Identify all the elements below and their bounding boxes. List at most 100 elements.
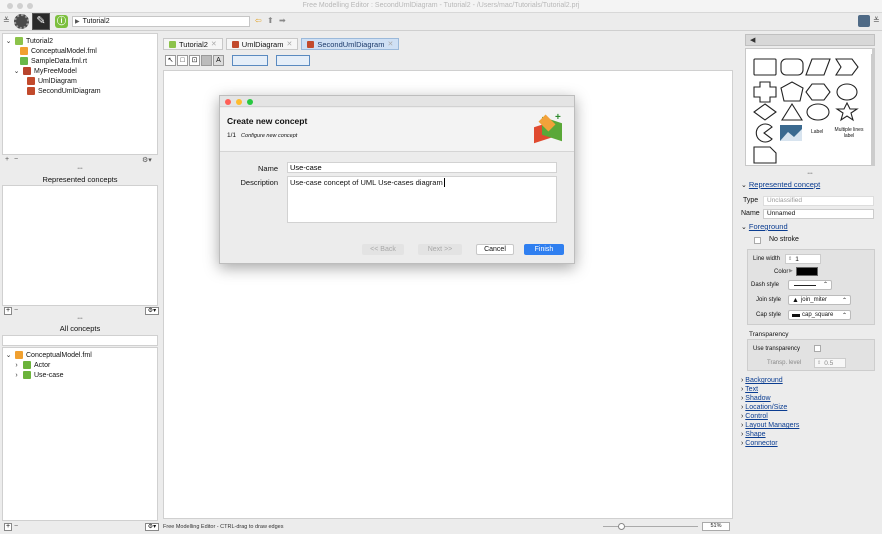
- plus-shape-icon[interactable]: [753, 81, 777, 103]
- document-shape-icon[interactable]: [753, 146, 777, 164]
- represented-concept-section-link[interactable]: ⌄ Represented concept: [741, 180, 820, 189]
- tab-second-umldiagram[interactable]: SecondUmlDiagram ✕: [301, 38, 400, 50]
- back-arrow-icon[interactable]: ⇦: [255, 16, 262, 25]
- pentagon-shape-icon[interactable]: [780, 81, 804, 102]
- resize-tool-icon[interactable]: ⊡: [189, 55, 200, 66]
- concept-row-actor[interactable]: › Actor: [5, 360, 155, 370]
- use-transparency-checkbox[interactable]: [814, 345, 821, 352]
- shadow-section-link[interactable]: › Shadow: [741, 394, 799, 403]
- dialog-zoom-button[interactable]: [247, 99, 253, 105]
- chevron-right-icon[interactable]: ›: [13, 362, 20, 369]
- foreground-section-link[interactable]: ⌄ Foreground: [741, 222, 788, 231]
- tree-row-conceptual-model[interactable]: ConceptualModel.fml: [5, 46, 155, 56]
- location-size-section-link[interactable]: › Location/Size: [741, 403, 799, 412]
- project-path-field[interactable]: ▶ Tutorial2: [72, 16, 250, 27]
- splitter-dots[interactable]: •••: [745, 171, 875, 177]
- concepts-filter-field[interactable]: [2, 335, 158, 346]
- tree-row-myfreemodel[interactable]: ⌄ MyFreeModel: [5, 66, 155, 76]
- chevron-down-icon[interactable]: ⌄: [13, 67, 20, 75]
- label-shape-icon[interactable]: Label: [811, 129, 823, 135]
- finish-button[interactable]: Finish: [524, 244, 564, 255]
- add-button[interactable]: +: [4, 307, 12, 315]
- parallelogram-shape-icon[interactable]: [805, 58, 831, 76]
- rectangle-tool-icon[interactable]: □: [177, 55, 188, 66]
- layout-icon[interactable]: [858, 15, 870, 27]
- splitter-dots[interactable]: •••: [2, 166, 158, 172]
- tree-row-project[interactable]: ⌄ Tutorial2: [5, 36, 155, 46]
- rectangle-shape-icon[interactable]: [753, 58, 777, 76]
- ellipse-shape-icon[interactable]: [836, 83, 858, 101]
- rounded-rectangle-shape-icon[interactable]: [780, 58, 804, 76]
- chevron-right-icon[interactable]: ›: [13, 372, 20, 379]
- background-section-link[interactable]: › Background: [741, 376, 799, 385]
- color-swatch[interactable]: [796, 267, 818, 276]
- multiple-lines-label-shape-icon[interactable]: Multiple lines label: [833, 127, 865, 139]
- up-arrow-icon[interactable]: ⬆: [267, 16, 274, 25]
- color-arrow-icon[interactable]: ▶: [789, 268, 793, 274]
- pie-shape-icon[interactable]: [755, 123, 773, 143]
- chevron-down-icon[interactable]: ⌄: [5, 351, 12, 359]
- chevron-shape-icon[interactable]: [835, 58, 859, 76]
- tab-umldiagram[interactable]: UmlDiagram ✕: [225, 38, 299, 50]
- close-tab-icon[interactable]: ✕: [286, 40, 292, 48]
- gear-icon[interactable]: ⚙▾: [142, 156, 152, 164]
- tab-tutorial2[interactable]: Tutorial2 ✕: [163, 38, 223, 50]
- grid-tool-icon[interactable]: [201, 55, 212, 66]
- add-button[interactable]: +: [4, 523, 12, 531]
- toolbar-collapse-icon[interactable]: ≚: [873, 16, 880, 25]
- chevron-down-icon[interactable]: ⌄: [741, 223, 747, 231]
- tree-row-umldiagram[interactable]: UmlDiagram: [5, 76, 155, 86]
- shape-section-link[interactable]: › Shape: [741, 430, 799, 439]
- remove-button[interactable]: −: [14, 523, 18, 530]
- concept-name-input[interactable]: [287, 162, 557, 173]
- chevron-down-icon[interactable]: ⌄: [5, 37, 12, 45]
- connector-section-link[interactable]: › Connector: [741, 439, 799, 448]
- text-section-link[interactable]: › Text: [741, 385, 799, 394]
- settings-gear-icon[interactable]: [14, 14, 29, 29]
- cancel-button[interactable]: Cancel: [476, 244, 514, 255]
- hexagon-shape-icon[interactable]: [805, 83, 831, 101]
- remove-button[interactable]: −: [14, 307, 18, 314]
- zoom-slider[interactable]: [603, 523, 698, 530]
- tree-row-sample-data[interactable]: SampleData.fml.rt: [5, 56, 155, 66]
- dialog-close-button[interactable]: [225, 99, 231, 105]
- close-tab-icon[interactable]: ✕: [387, 40, 393, 48]
- tree-row-second-umldiagram[interactable]: SecondUmlDiagram: [5, 86, 155, 96]
- cap-style-select[interactable]: cap_square ⌃: [788, 310, 851, 320]
- palette-back-icon[interactable]: ◀: [750, 36, 755, 44]
- zoom-slider-knob[interactable]: [618, 523, 625, 530]
- gear-icon[interactable]: ⚙▾: [145, 307, 159, 315]
- concept-row-use-case[interactable]: › Use-case: [5, 370, 155, 380]
- concept-description-textarea[interactable]: Use-case concept of UML Use-cases diagra…: [287, 176, 557, 223]
- diamond-shape-icon[interactable]: [753, 103, 777, 121]
- chevron-down-icon[interactable]: ⌄: [741, 181, 747, 189]
- close-tab-icon[interactable]: ✕: [211, 40, 217, 48]
- concept-model-row[interactable]: ⌄ ConceptualModel.fml: [5, 350, 155, 360]
- add-button[interactable]: +: [5, 156, 9, 163]
- layout-managers-section-link[interactable]: › Layout Managers: [741, 421, 799, 430]
- forward-arrow-icon[interactable]: ➡: [279, 16, 286, 25]
- line-width-stepper[interactable]: ⇕ 1: [785, 254, 821, 264]
- star-shape-icon[interactable]: [835, 101, 859, 122]
- dialog-minimize-button[interactable]: [236, 99, 242, 105]
- selection-tool-icon[interactable]: ↖: [165, 55, 176, 66]
- gear-icon[interactable]: ⚙▾: [145, 523, 159, 531]
- stepper-icon[interactable]: ⇕: [817, 360, 821, 366]
- project-icon[interactable]: ⓘ: [55, 15, 68, 28]
- control-section-link[interactable]: › Control: [741, 412, 799, 421]
- inspector-scrollbar[interactable]: [872, 48, 875, 166]
- type-field[interactable]: Unclassified: [763, 196, 874, 206]
- splitter-dots[interactable]: •••: [2, 316, 158, 322]
- text-tool-icon[interactable]: A: [213, 55, 224, 66]
- join-style-select[interactable]: ▲ join_miter ⌃: [788, 295, 851, 305]
- next-button[interactable]: Next >>: [418, 244, 462, 255]
- edit-mode-icon[interactable]: ✎: [32, 13, 50, 30]
- back-button[interactable]: << Back: [362, 244, 404, 255]
- distribute-tool-icon[interactable]: [276, 55, 310, 66]
- stepper-icon[interactable]: ⇕: [788, 256, 792, 262]
- transp-level-stepper[interactable]: ⇕ 0.5: [814, 358, 846, 368]
- dash-style-select[interactable]: ⌃: [788, 280, 832, 290]
- name-field[interactable]: Unnamed: [763, 209, 874, 219]
- triangle-shape-icon[interactable]: [781, 102, 803, 121]
- align-tool-icon[interactable]: [232, 55, 268, 66]
